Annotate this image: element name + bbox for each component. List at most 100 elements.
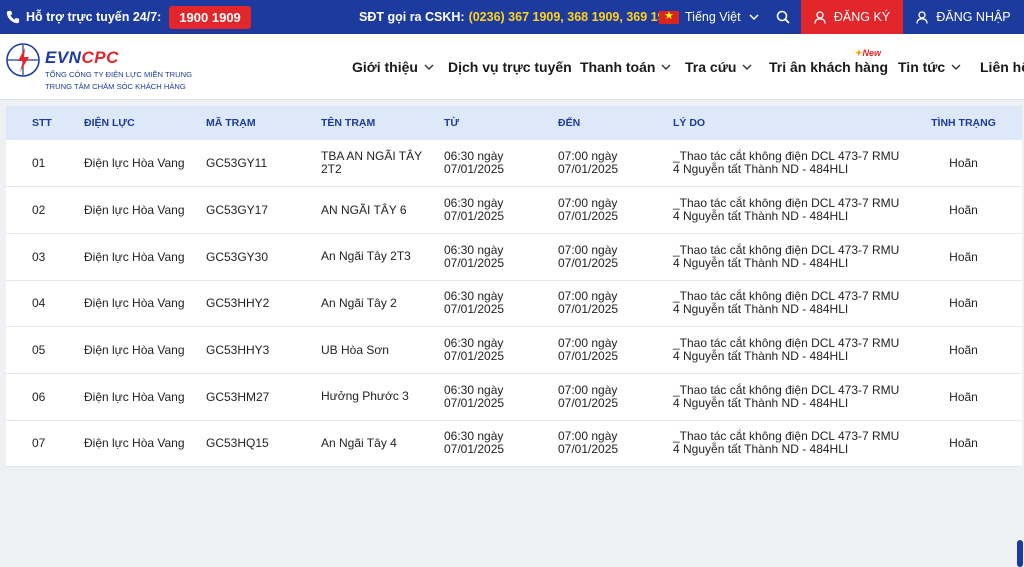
cell-stt: 01 (32, 156, 46, 171)
table-row: 01 Điện lực Hòa Vang GC53GY11 TBA AN NGÃ… (6, 140, 1022, 187)
cell-stt: 02 (32, 203, 46, 218)
cell-tinh-trang: Hoãn (949, 343, 978, 358)
cell-ten-tram: TBA AN NGÃI TÂY 2T2 (321, 149, 423, 177)
cell-den: 07:00 ngày 07/01/2025 (558, 242, 619, 270)
logo-company-name: TỔNG CÔNG TY ĐIỆN LỰC MIỀN TRUNG (45, 70, 192, 79)
cell-dien-luc: Điện lực Hòa Vang (84, 203, 185, 218)
register-label: ĐĂNG KÝ (833, 10, 891, 24)
cell-ten-tram: An Ngãi Tây 2 (321, 295, 397, 310)
cskh-label: SĐT gọi ra CSKH: (359, 10, 465, 24)
cell-den: 07:00 ngày 07/01/2025 (558, 429, 619, 457)
cell-den: 07:00 ngày 07/01/2025 (558, 149, 619, 177)
cell-den: 07:00 ngày 07/01/2025 (558, 382, 619, 410)
cell-ly-do: _Thao tác cắt không điện DCL 473-7 RMU 4 … (673, 149, 900, 177)
cell-ma-tram: GC53GY17 (206, 203, 269, 218)
nav-lien-he[interactable]: Liên hệ (980, 34, 1024, 100)
cell-tinh-trang: Hoãn (949, 389, 978, 404)
nav-thanh-toan[interactable]: Thanh toán (580, 34, 671, 100)
cell-ten-tram: UB Hòa Sơn (321, 342, 389, 357)
language-selector[interactable]: Tiếng Việt (659, 0, 759, 34)
nav-gioi-thieu[interactable]: Giới thiệu (352, 34, 434, 100)
cell-tu: 06:30 ngày 07/01/2025 (444, 429, 505, 457)
col-dien-luc: ĐIỆN LỰC (84, 117, 135, 129)
support-hotline: Hỗ trợ trực tuyến 24/7: 1900 1909 (6, 5, 251, 29)
user-icon (814, 10, 826, 24)
cell-ma-tram: GC53GY11 (206, 156, 268, 171)
cell-dien-luc: Điện lực Hòa Vang (84, 343, 185, 358)
evn-logo-icon (6, 43, 40, 77)
cell-ma-tram: GC53HM27 (206, 389, 270, 404)
col-den: ĐẾN (558, 117, 581, 129)
flag-vn-icon (659, 9, 679, 24)
nav-tra-cuu[interactable]: Tra cứu (685, 34, 752, 100)
cell-ten-tram: Hưởng Phước 3 (321, 389, 409, 404)
cell-ly-do: _Thao tác cắt không điện DCL 473-7 RMU 4 … (673, 336, 900, 364)
cell-stt: 05 (32, 343, 46, 358)
cell-stt: 07 (32, 436, 46, 451)
table-row: 04 Điện lực Hòa Vang GC53HHY2 An Ngãi Tâ… (6, 280, 1022, 327)
cell-stt: 04 (32, 296, 46, 311)
cell-den: 07:00 ngày 07/01/2025 (558, 196, 619, 224)
cell-dien-luc: Điện lực Hòa Vang (84, 249, 185, 264)
new-badge: ✦New (855, 48, 882, 58)
nav-dich-vu-truc-tuyen[interactable]: Dịch vụ trực tuyến (448, 34, 572, 100)
cell-stt: 06 (32, 389, 46, 404)
chevron-down-icon (749, 14, 759, 21)
cell-tinh-trang: Hoãn (949, 249, 978, 264)
logo-center-name: TRUNG TÂM CHĂM SÓC KHÁCH HÀNG (45, 82, 186, 91)
search-button[interactable] (765, 0, 801, 34)
logo-brand: EVNCPC (45, 48, 119, 67)
new-star-icon: ✦ (855, 48, 863, 58)
cell-ma-tram: GC53GY30 (206, 249, 269, 264)
table-header-row: STT ĐIỆN LỰC MÃ TRẠM TÊN TRẠM TỪ ĐẾN LÝ … (6, 106, 1022, 140)
cell-dien-luc: Điện lực Hòa Vang (84, 436, 185, 451)
col-ma-tram: MÃ TRẠM (206, 117, 256, 129)
site-logo[interactable]: EVNCPC TỔNG CÔNG TY ĐIỆN LỰC MIỀN TRUNG … (5, 40, 195, 96)
cell-tu: 06:30 ngày 07/01/2025 (444, 242, 505, 270)
cell-tu: 06:30 ngày 07/01/2025 (444, 149, 505, 177)
nav-tin-tuc[interactable]: Tin tức (898, 34, 961, 100)
chevron-down-icon (951, 64, 961, 70)
cell-tinh-trang: Hoãn (949, 156, 978, 171)
cell-dien-luc: Điện lực Hòa Vang (84, 296, 185, 311)
outage-schedule-table: STT ĐIỆN LỰC MÃ TRẠM TÊN TRẠM TỪ ĐẾN LÝ … (6, 106, 1022, 468)
cell-tu: 06:30 ngày 07/01/2025 (444, 336, 505, 364)
cell-den: 07:00 ngày 07/01/2025 (558, 289, 619, 317)
col-ten-tram: TÊN TRẠM (321, 117, 376, 129)
cell-ly-do: _Thao tác cắt không điện DCL 473-7 RMU 4 … (673, 289, 900, 317)
main-navbar: EVNCPC TỔNG CÔNG TY ĐIỆN LỰC MIỀN TRUNG … (0, 34, 1024, 100)
page-scrollbar[interactable] (1017, 540, 1023, 567)
nav-tri-an-khach-hang[interactable]: Tri ân khách hàng (769, 34, 888, 100)
cell-tinh-trang: Hoãn (949, 436, 978, 451)
cell-tu: 06:30 ngày 07/01/2025 (444, 382, 505, 410)
cell-tu: 06:30 ngày 07/01/2025 (444, 196, 505, 224)
cell-ma-tram: GC53HHY3 (206, 343, 270, 358)
chevron-down-icon (661, 64, 671, 70)
chevron-down-icon (742, 64, 752, 70)
language-label: Tiếng Việt (685, 10, 741, 24)
cskh-numbers[interactable]: (0236) 367 1909, 368 1909, 369 1909 (469, 10, 679, 24)
cell-ten-tram: An Ngãi Tây 4 (321, 435, 397, 450)
login-label: ĐĂNG NHẬP (936, 10, 1011, 24)
cell-ly-do: _Thao tác cắt không điện DCL 473-7 RMU 4 … (673, 429, 900, 457)
login-button[interactable]: ĐĂNG NHẬP (903, 0, 1024, 34)
table-row: 03 Điện lực Hòa Vang GC53GY30 An Ngãi Tâ… (6, 233, 1022, 281)
cell-ten-tram: AN NGÃI TÂY 6 (321, 202, 407, 217)
hotline-button[interactable]: 1900 1909 (169, 5, 251, 29)
cell-tinh-trang: Hoãn (949, 203, 978, 218)
table-row: 07 Điện lực Hòa Vang GC53HQ15 An Ngãi Tâ… (6, 420, 1022, 467)
cskh-contact: SĐT gọi ra CSKH: (0236) 367 1909, 368 19… (359, 0, 678, 34)
register-button[interactable]: ĐĂNG KÝ (801, 0, 903, 34)
top-bar: Hỗ trợ trực tuyến 24/7: 1900 1909 SĐT gọ… (0, 0, 1024, 34)
table-row: 06 Điện lực Hòa Vang GC53HM27 Hưởng Phướ… (6, 373, 1022, 421)
col-tinh-trang: TÌNH TRẠNG (931, 117, 996, 129)
cell-stt: 03 (32, 249, 46, 264)
cell-ten-tram: An Ngãi Tây 2T3 (321, 249, 411, 264)
outage-schedule-section: STT ĐIỆN LỰC MÃ TRẠM TÊN TRẠM TỪ ĐẾN LÝ … (0, 100, 1024, 567)
cell-tinh-trang: Hoãn (949, 296, 978, 311)
chevron-down-icon (424, 64, 434, 70)
cell-ma-tram: GC53HHY2 (206, 296, 270, 311)
cell-ma-tram: GC53HQ15 (206, 436, 269, 451)
col-ly-do: LÝ DO (673, 117, 706, 129)
cell-ly-do: _Thao tác cắt không điện DCL 473-7 RMU 4 … (673, 382, 900, 410)
